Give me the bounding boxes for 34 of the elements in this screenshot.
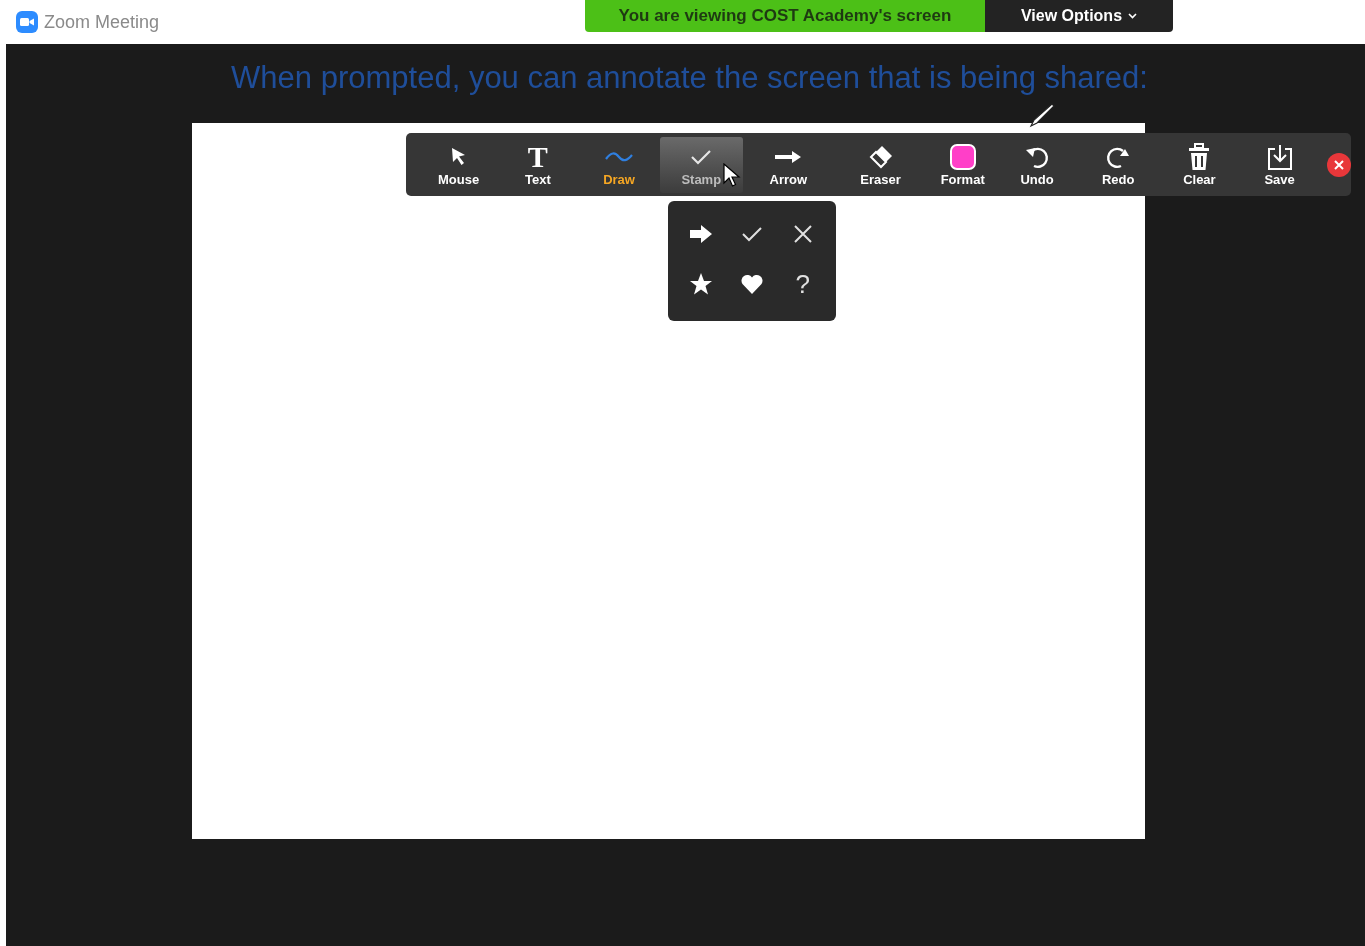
color-swatch-icon (949, 143, 976, 170)
toolbar-button[interactable]: Save (1238, 136, 1322, 193)
zoom-camera-icon (16, 11, 38, 33)
toolbar-button[interactable]: T Text (497, 136, 579, 193)
squiggle-icon (605, 150, 634, 163)
close-icon (1334, 159, 1345, 170)
toolbar-button[interactable]: Mouse (420, 136, 498, 193)
caption-text: When prompted, you can annotate the screen that is being shared: (231, 59, 1148, 97)
view-options-button[interactable]: View Options (985, 0, 1173, 32)
text-tool-glyph: T (527, 141, 548, 172)
arrow-icon (774, 149, 803, 164)
toolbar-button[interactable]: Redo (1075, 136, 1161, 193)
window-title: Zoom Meeting (44, 10, 160, 34)
toolbar-button[interactable]: Clear (1160, 136, 1239, 193)
toolbar-button[interactable]: Arrow (742, 136, 834, 193)
sharing-banner: You are viewing COST Academy's screen (585, 0, 985, 32)
chevron-down-icon (1128, 13, 1138, 19)
cross-stamp-icon (792, 224, 813, 244)
pen-cursor-icon (1028, 102, 1056, 128)
heart-stamp-icon (740, 273, 764, 295)
arrow-stamp-icon (689, 224, 714, 244)
checkmark-stamp-icon (741, 226, 763, 242)
question-stamp[interactable]: ? (795, 270, 810, 298)
toolbar-button[interactable]: Stamp (659, 136, 743, 193)
toolbar-button[interactable]: Format (927, 136, 999, 193)
mouse-cursor-icon (723, 163, 741, 189)
star-stamp-icon (689, 272, 714, 296)
toolbar-button[interactable]: Undo (998, 136, 1076, 193)
toolbar-button[interactable]: Eraser (833, 136, 928, 193)
download-icon (1265, 142, 1294, 171)
checkmark-icon (690, 147, 713, 166)
eraser-icon (867, 143, 894, 170)
toolbar-button[interactable]: Draw (578, 136, 660, 193)
close-button[interactable] (1327, 152, 1351, 177)
